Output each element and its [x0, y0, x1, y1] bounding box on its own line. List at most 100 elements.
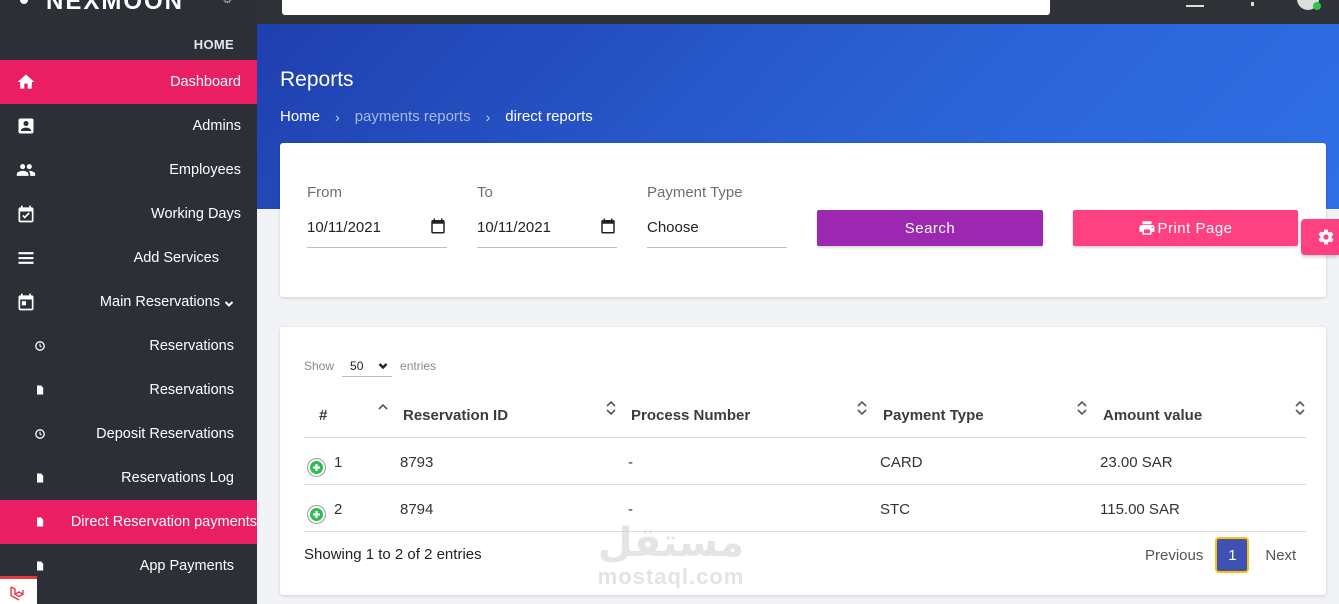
- current-page-button[interactable]: 1: [1217, 539, 1248, 571]
- top-bar: [257, 0, 1339, 24]
- sidebar-item-employees[interactable]: Employees: [0, 148, 257, 192]
- calendar-check-icon: [16, 204, 36, 224]
- cell-payment-type: CARD: [880, 454, 923, 471]
- calendar-icon[interactable]: [599, 217, 617, 239]
- admin-card-icon: [16, 116, 36, 136]
- sort-icon[interactable]: [1294, 399, 1306, 417]
- sort-icon[interactable]: [856, 399, 868, 417]
- to-label: To: [477, 184, 493, 201]
- sidebar-item-reservations-files[interactable]: Reservations: [0, 368, 257, 412]
- page-length-control: Show 50 entries: [304, 355, 436, 377]
- table-row: 2 8794 - STC 115.00 SAR: [304, 485, 1306, 532]
- brand-logo-icon: [20, 0, 28, 4]
- to-date-field[interactable]: To 10/11/2021: [477, 184, 617, 248]
- calendar-icon: [16, 292, 36, 312]
- to-date-input[interactable]: 10/11/2021: [477, 216, 617, 248]
- search-button[interactable]: Search: [817, 210, 1043, 246]
- sidebar-item-label: Employees: [169, 162, 241, 178]
- sidebar-item-deposit-reservations[interactable]: Deposit Reservations: [0, 412, 257, 456]
- sort-icon[interactable]: [605, 399, 617, 417]
- sidebar-item-direct-reservation-payments[interactable]: Direct Reservation payments: [0, 500, 257, 544]
- clock-icon: [34, 428, 46, 440]
- cell-index: 1: [334, 454, 343, 471]
- from-date-field[interactable]: From 10/11/2021: [307, 184, 447, 248]
- chevron-down-icon: [378, 362, 388, 369]
- brand-settings-icon[interactable]: ⚙: [222, 0, 233, 6]
- file-icon: [34, 516, 46, 528]
- online-status-icon: [1313, 2, 1321, 10]
- previous-page-button[interactable]: Previous: [1135, 541, 1213, 570]
- sidebar-item-label: Working Days: [151, 206, 241, 222]
- avatar[interactable]: [1297, 0, 1321, 10]
- sidebar-item-label: App Payments: [139, 558, 234, 574]
- expand-row-icon[interactable]: [308, 506, 325, 523]
- sidebar-item-label: Dashboard: [170, 74, 241, 90]
- print-page-label: Print Page: [1157, 219, 1233, 237]
- sidebar-item-working-days[interactable]: Working Days: [0, 192, 257, 236]
- from-date-input[interactable]: 10/11/2021: [307, 216, 447, 248]
- watermark: مستقل mostaql.com: [591, 522, 751, 594]
- sidebar-item-admins[interactable]: Admins: [0, 104, 257, 148]
- payment-type-select[interactable]: Choose: [647, 216, 787, 248]
- people-icon: [16, 160, 36, 180]
- column-header-process-number[interactable]: Process Number: [631, 407, 750, 424]
- table-header: # Reservation ID Process Number Payment …: [304, 389, 1306, 438]
- sidebar-item-add-services[interactable]: Add Services: [0, 236, 257, 280]
- next-page-button[interactable]: Next: [1255, 541, 1306, 570]
- breadcrumb-home[interactable]: Home: [280, 108, 320, 125]
- page-title: Reports: [280, 68, 354, 91]
- column-header-reservation-id[interactable]: Reservation ID: [403, 407, 508, 424]
- cell-process-number: -: [628, 501, 633, 518]
- brand: NEXMOON ⚙: [0, 0, 257, 24]
- top-search-input[interactable]: [282, 0, 1050, 15]
- column-header-payment-type[interactable]: Payment Type: [883, 407, 984, 424]
- page-length-value: 50: [350, 358, 364, 373]
- home-icon: [16, 72, 36, 92]
- sidebar-item-label: Reservations: [149, 338, 234, 354]
- filter-card: From 10/11/2021 To 10/11/2021 Payment Ty…: [280, 143, 1326, 297]
- chevron-right-icon: ›: [335, 108, 340, 125]
- page-length-select[interactable]: 50: [342, 355, 393, 377]
- sort-icon[interactable]: [1076, 399, 1088, 417]
- calendar-icon[interactable]: [429, 217, 447, 239]
- sidebar-section-title: HOME: [193, 37, 234, 52]
- menu-icon[interactable]: [1185, 0, 1205, 8]
- payment-type-label: Payment Type: [647, 184, 743, 201]
- sidebar-item-label: Deposit Reservations: [96, 426, 234, 442]
- print-page-button[interactable]: Print Page: [1073, 210, 1298, 246]
- sidebar-item-dashboard[interactable]: Dashboard: [0, 60, 257, 104]
- cell-payment-type: STC: [880, 501, 910, 518]
- cell-reservation-id: 8793: [400, 454, 434, 471]
- column-header-amount-value[interactable]: Amount value: [1103, 407, 1202, 424]
- settings-gear-button[interactable]: [1301, 219, 1339, 255]
- table-row: 1 8793 - CARD 23.00 SAR: [304, 438, 1306, 485]
- watermark-arabic: مستقل: [597, 521, 745, 565]
- sidebar: NEXMOON ⚙ HOME Dashboard Admins Employee…: [0, 0, 257, 604]
- watermark-latin: mostaql.com: [597, 564, 745, 589]
- sidebar-item-label: Add Services: [133, 250, 219, 266]
- cell-process-number: -: [628, 454, 633, 471]
- reports-table-card: Show 50 entries # Reservation ID Process…: [280, 327, 1326, 595]
- pagination: Previous 1 Next: [1135, 539, 1306, 571]
- sidebar-item-main-reservations[interactable]: Main Reservations: [0, 280, 257, 324]
- cell-amount: 23.00 SAR: [1100, 454, 1173, 471]
- file-icon: [34, 560, 46, 572]
- payment-type-field[interactable]: Payment Type Choose: [647, 184, 787, 248]
- show-label: Show: [304, 359, 335, 373]
- to-date-value: 10/11/2021: [477, 219, 551, 236]
- column-header-index[interactable]: #: [319, 407, 327, 424]
- from-date-value: 10/11/2021: [307, 219, 381, 236]
- sidebar-item-reservations-log[interactable]: Reservations Log: [0, 456, 257, 500]
- sidebar-item-app-payments[interactable]: App Payments: [0, 544, 257, 588]
- sidebar-item-label: Main Reservations: [99, 294, 220, 310]
- clock-icon: [34, 340, 46, 352]
- expand-row-icon[interactable]: [308, 459, 325, 476]
- entries-label: entries: [400, 359, 437, 373]
- breadcrumb-payments-reports[interactable]: payments reports: [355, 108, 471, 125]
- notification-icon[interactable]: [1243, 0, 1263, 8]
- sidebar-item-reservations[interactable]: Reservations: [0, 324, 257, 368]
- sidebar-item-label: Reservations Log: [121, 470, 234, 486]
- sort-ascending-icon[interactable]: [377, 399, 389, 417]
- chevron-right-icon: ›: [485, 108, 491, 125]
- printer-icon: [1139, 221, 1155, 235]
